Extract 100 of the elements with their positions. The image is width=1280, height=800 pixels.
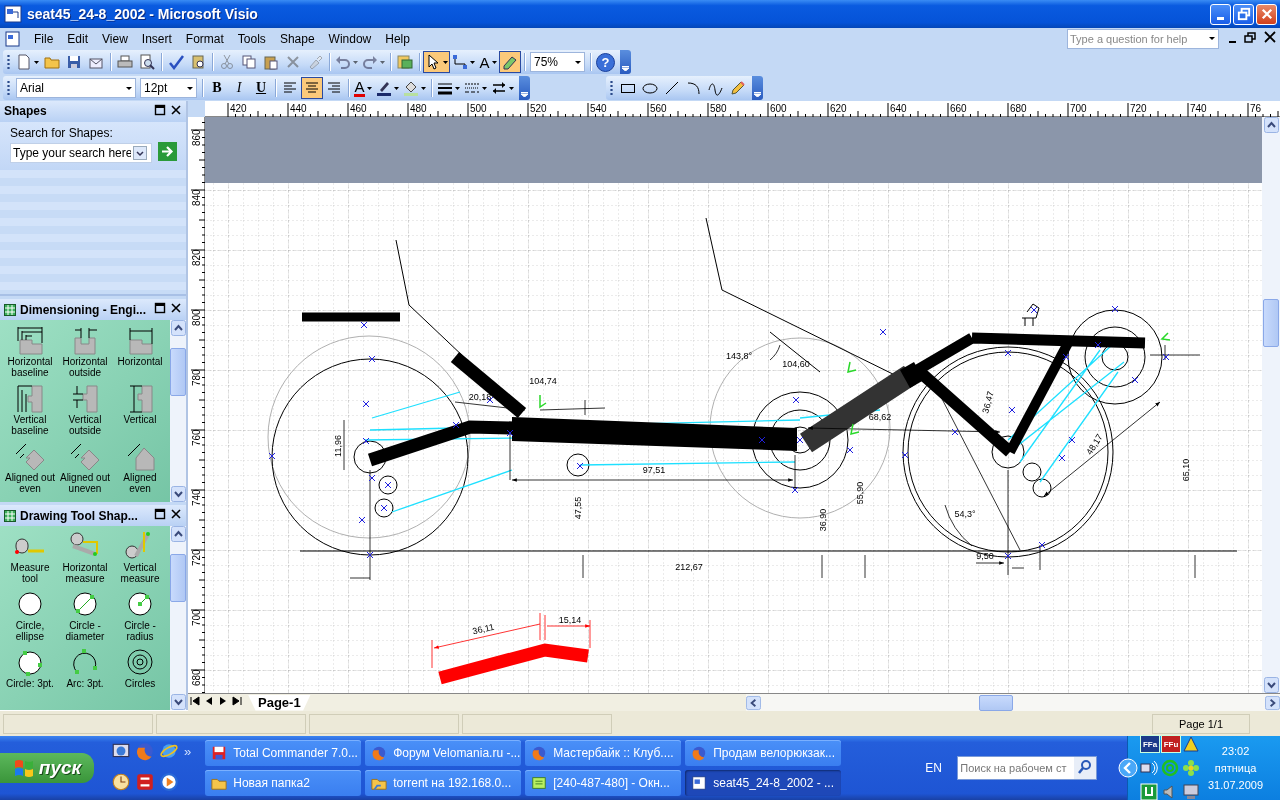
clock-date[interactable]: 31.07.2009 (1208, 779, 1264, 791)
tray-icon[interactable]: FFa (1140, 735, 1160, 753)
bold-button[interactable]: B (206, 77, 228, 99)
menu-item[interactable]: Shape (272, 29, 322, 48)
dimension-label: 11,96 (333, 435, 343, 457)
ruler-label: 700 (1070, 103, 1087, 114)
taskbar-button[interactable]: seat45_24-8_2002 - ... (685, 770, 842, 796)
taskbar-button[interactable]: Мастербайк :: Клуб.... (525, 740, 682, 766)
stencil-shape[interactable]: Horizontal baseline (3, 324, 57, 382)
dimension-label: 36,47 (980, 390, 996, 415)
ruler-label: 680 (1010, 103, 1027, 114)
ruler-label: 420 (230, 103, 247, 114)
ruler-label: 480 (410, 103, 427, 114)
ruler-label: 560 (650, 103, 667, 114)
tray-icon[interactable]: FFu (1161, 735, 1181, 753)
font-size-dropdown[interactable]: 12pt (140, 78, 197, 98)
taskbar-button[interactable]: Продам велорюкзак... (685, 740, 842, 766)
ruler-label: 840 (191, 189, 202, 206)
dimension-label: 55,90 (855, 481, 865, 505)
window-title: seat45_24-8_2002 - Microsoft Visio (27, 6, 259, 22)
pane-title: Dimensioning - Engi... (20, 302, 147, 317)
ruler-label: 800 (191, 309, 202, 326)
stencil-shape[interactable]: Aligned out even (3, 440, 57, 498)
stencil-shape[interactable]: Arc: 3pt. (58, 646, 112, 704)
ruler-label: 460 (350, 103, 367, 114)
taskbar-button[interactable]: Форум Velomania.ru -... (365, 740, 522, 766)
menu-item[interactable]: Help (378, 29, 417, 48)
dimension-label: 104,60 (782, 359, 810, 369)
more-button[interactable]: » (184, 744, 192, 759)
stencil-shape[interactable]: Circle - radius (113, 588, 167, 646)
taskbar-button[interactable]: Новая папка2 (205, 770, 362, 796)
stencil-shape[interactable]: Horizontal outside (58, 324, 112, 382)
dimension-label: 54,3° (954, 509, 976, 519)
dimension-label: 47,55 (573, 496, 583, 520)
pane-title: Drawing Tool Shap... (20, 508, 139, 523)
search-field[interactable]: Type your search here (10, 142, 152, 163)
stencil-shape[interactable]: Vertical measure (113, 530, 167, 588)
stencil-shape[interactable]: Vertical baseline (3, 382, 57, 440)
stencil-shape[interactable]: Measure tool (3, 530, 57, 588)
menu-item[interactable]: File (27, 29, 61, 48)
stencil-shape[interactable]: Aligned even (113, 440, 167, 498)
dimension-label: 15,14 (558, 615, 582, 625)
ruler-label: 720 (1130, 103, 1147, 114)
menu-item[interactable]: Edit (60, 29, 96, 48)
zoom-dropdown[interactable]: 75% (530, 52, 585, 72)
language-indicator[interactable]: EN (925, 761, 950, 775)
ruler-label: 620 (830, 103, 847, 114)
help-button[interactable]: ? (594, 51, 617, 73)
stencil-shape[interactable]: Circles (113, 646, 167, 704)
ruler-label: 720 (191, 549, 202, 566)
menu-item[interactable]: View (95, 29, 135, 48)
dimension-label: 65,10 (1181, 458, 1191, 482)
ruler-label: 680 (191, 669, 202, 686)
ruler-label: 740 (1190, 103, 1207, 114)
dimension-label: 68,62 (868, 412, 892, 422)
stencil-shape[interactable]: Circle: 3pt. (3, 646, 57, 704)
dimension-label: 9,50 (976, 551, 994, 561)
taskbar-button[interactable]: [240-487-480] - Окн... (525, 770, 682, 796)
ruler-label: 76 (1250, 103, 1262, 114)
ruler-label: 860 (191, 129, 202, 146)
ruler-label: 760 (191, 429, 202, 446)
menu-item[interactable]: Window (321, 29, 379, 48)
stencil-shape[interactable]: Vertical outside (58, 382, 112, 440)
text-tool-button[interactable]: A (477, 51, 499, 73)
clock-day[interactable]: пятница (1214, 762, 1257, 774)
dimension-label: 20,18 (468, 392, 492, 402)
help-search-field[interactable]: Type a question for help (1067, 28, 1219, 49)
menu-item[interactable]: Insert (134, 29, 179, 48)
page-tab[interactable]: Page-1 (248, 694, 311, 711)
font-dropdown[interactable]: Arial (16, 78, 136, 98)
taskbar-button[interactable]: torrent на 192.168.0... (365, 770, 522, 796)
desktop-search-field[interactable]: Поиск на рабочем ст (957, 756, 1098, 780)
ruler-label: 540 (590, 103, 607, 114)
search-label: Search for Shapes: (10, 125, 114, 140)
taskbar-button[interactable]: Total Commander 7.0... (205, 740, 362, 766)
dimension-label: 36,11 (471, 621, 496, 637)
ruler-label: 640 (890, 103, 907, 114)
ruler-label: 780 (191, 369, 202, 386)
ruler-label: 660 (950, 103, 967, 114)
dimension-label: 212,67 (675, 562, 703, 572)
stencil-shape[interactable]: Circle - diameter (58, 588, 112, 646)
italic-button[interactable]: I (228, 77, 250, 99)
menu-item[interactable]: Tools (230, 29, 273, 48)
ruler-label: 500 (470, 103, 487, 114)
font-color-button[interactable]: A (352, 77, 374, 99)
menu-item[interactable]: Format (178, 29, 231, 48)
stencil-shape[interactable]: Horizontal (113, 324, 167, 382)
underline-button[interactable]: U (250, 77, 272, 99)
stencil-shape[interactable]: Circle, ellipse (3, 588, 57, 646)
ruler-label: 740 (191, 489, 202, 506)
stencil-shape[interactable]: Vertical (113, 382, 167, 440)
stencil-shape[interactable]: Aligned out uneven (58, 440, 112, 498)
ruler-label: 520 (530, 103, 547, 114)
stencil-shape[interactable]: Horizontal measure (58, 530, 112, 588)
ruler-label: 820 (191, 249, 202, 266)
ruler-label: 700 (191, 609, 202, 626)
ruler-label: 600 (770, 103, 787, 114)
dimension-label: 97,51 (642, 465, 666, 475)
ruler-label: 440 (290, 103, 307, 114)
dimension-label: 104,74 (529, 376, 557, 386)
